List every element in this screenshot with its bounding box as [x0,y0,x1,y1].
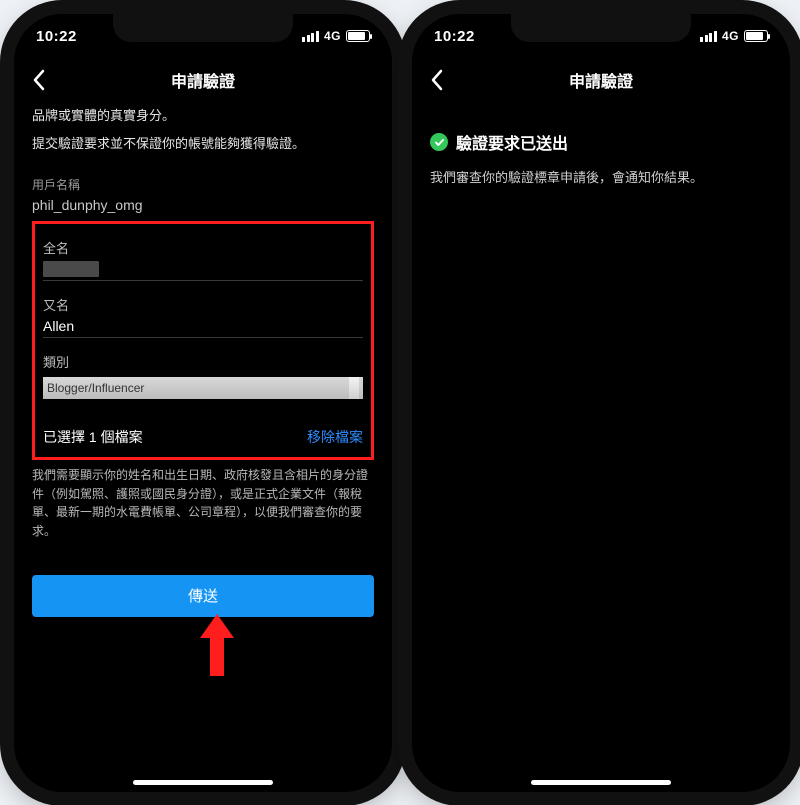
success-body: 我們審查你的驗證標章申請後，會通知你結果。 [430,168,772,188]
fullname-input[interactable] [43,261,363,281]
username-label: 用戶名稱 [32,176,374,193]
nav-title: 申請驗證 [569,68,633,92]
intro-text-1: 品牌或實體的真實身分。 [32,106,374,126]
back-button[interactable] [422,65,452,95]
chevron-left-icon [32,69,46,91]
battery-icon [346,30,370,42]
signal-icon [302,31,319,42]
fullname-label: 全名 [43,238,363,257]
aka-label: 又名 [43,295,363,314]
chevron-left-icon [430,69,444,91]
nav-bar: 申請驗證 [412,58,790,102]
intro-text-2: 提交驗證要求並不保證你的帳號能夠獲得驗證。 [32,134,374,154]
nav-title: 申請驗證 [171,68,235,92]
category-label: 類別 [43,352,363,371]
annotation-arrow [196,610,238,680]
redacted-name [43,261,99,277]
check-circle-icon [430,133,448,151]
home-indicator[interactable] [531,780,671,785]
signal-icon [700,31,717,42]
status-time: 10:22 [36,28,77,45]
home-indicator[interactable] [133,780,273,785]
back-button[interactable] [24,65,54,95]
aka-input[interactable]: Allen [43,318,363,338]
category-value: Blogger/Influencer [47,381,144,395]
category-select[interactable]: Blogger/Influencer [43,377,363,399]
battery-icon [744,30,768,42]
file-selected-label: 已選擇 1 個檔案 [43,427,143,447]
notch [511,14,691,42]
highlighted-form-area: 全名 又名 Allen 類別 Blogger/Influencer 已選擇 1 … [32,221,374,460]
notch [113,14,293,42]
phone-frame-left: 10:22 4G 申請驗證 品牌或實體的真實身分。 提交驗證要求並不保證你的帳號… [8,8,398,798]
success-title: 驗證要求已送出 [456,130,568,154]
phone-frame-right: 10:22 4G 申請驗證 驗證要求已送出 我們審查你的驗證標章申請後，會通知你… [406,8,796,798]
description-text: 我們需要顯示你的姓名和出生日期、政府核發且含相片的身分證件（例如駕照、護照或國民… [32,466,374,540]
file-remove-button[interactable]: 移除檔案 [307,427,363,447]
status-time: 10:22 [434,28,475,45]
username-value: phil_dunphy_omg [32,197,374,213]
submit-label: 傳送 [188,585,218,606]
signal-label: 4G [324,29,341,43]
nav-bar: 申請驗證 [14,58,392,102]
signal-label: 4G [722,29,739,43]
